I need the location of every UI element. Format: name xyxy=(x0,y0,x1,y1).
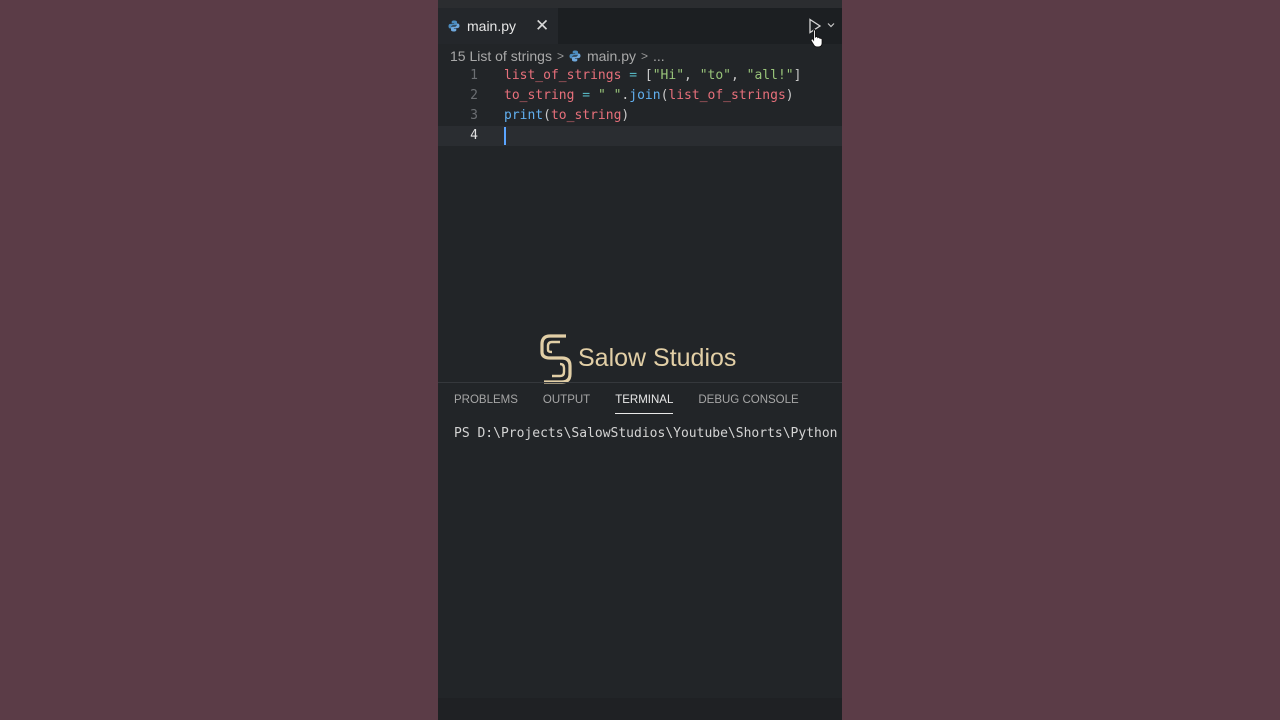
breadcrumb: 15 List of strings > main.py > ... xyxy=(450,46,665,66)
tab-label: main.py xyxy=(467,18,517,34)
background-right xyxy=(842,0,1280,720)
tab-output[interactable]: OUTPUT xyxy=(543,394,590,414)
code-text: print(to_string) xyxy=(504,108,630,123)
terminal-prompt[interactable]: PS D:\Projects\SalowStudios\Youtube\Shor… xyxy=(454,426,838,441)
panel-tabs: PROBLEMS OUTPUT TERMINAL DEBUG CONSOLE xyxy=(454,394,824,414)
salow-studios-logo: Salow Studios xyxy=(538,330,748,388)
status-bar xyxy=(438,698,842,720)
chevron-down-icon[interactable] xyxy=(826,20,836,30)
tab-main-py[interactable]: main.py ✕ xyxy=(438,8,558,44)
logo-text: Salow Studios xyxy=(578,344,737,372)
editor-window: main.py ✕ 15 List of strings > main.py >… xyxy=(438,0,842,720)
code-editor[interactable]: 1 list_of_strings = ["Hi", "to", "all!"]… xyxy=(438,66,842,366)
chevron-right-icon: > xyxy=(640,49,648,63)
code-line[interactable]: 2 to_string = " ".join(list_of_strings) xyxy=(438,86,842,106)
panel-divider xyxy=(438,382,842,383)
background-left xyxy=(0,0,438,720)
line-number: 4 xyxy=(470,128,478,143)
breadcrumb-file[interactable]: main.py xyxy=(587,48,636,64)
breadcrumb-folder[interactable]: 15 List of strings xyxy=(450,48,552,64)
text-caret xyxy=(504,127,506,145)
python-file-icon xyxy=(569,50,581,62)
hand-cursor-icon xyxy=(810,29,823,48)
python-file-icon xyxy=(448,20,460,32)
close-icon[interactable]: ✕ xyxy=(535,16,549,36)
code-text: to_string = " ".join(list_of_strings) xyxy=(504,88,794,103)
line-number: 1 xyxy=(470,68,478,83)
line-number: 2 xyxy=(470,88,478,103)
logo-mark-icon xyxy=(540,334,572,384)
breadcrumb-more[interactable]: ... xyxy=(653,48,665,64)
tab-problems[interactable]: PROBLEMS xyxy=(454,394,518,414)
title-strip xyxy=(438,0,842,8)
code-line[interactable]: 1 list_of_strings = ["Hi", "to", "all!"] xyxy=(438,66,842,86)
code-line-current[interactable]: 4 xyxy=(438,126,842,146)
line-number: 3 xyxy=(470,108,478,123)
code-line[interactable]: 3 print(to_string) xyxy=(438,106,842,126)
tab-terminal[interactable]: TERMINAL xyxy=(615,394,674,414)
code-text: list_of_strings = ["Hi", "to", "all!"] xyxy=(504,68,802,83)
tab-debug-console[interactable]: DEBUG CONSOLE xyxy=(698,394,798,414)
chevron-right-icon: > xyxy=(556,49,564,63)
tab-bar: main.py ✕ xyxy=(438,8,842,48)
